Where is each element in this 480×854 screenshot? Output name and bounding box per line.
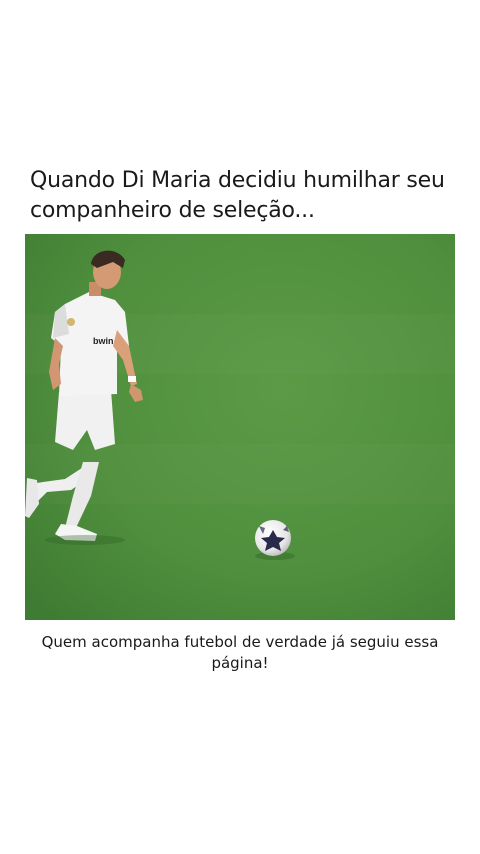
jersey-sponsor-text: bwin [93, 336, 114, 346]
post-caption: Quem acompanha futebol de verdade já seg… [41, 633, 439, 672]
video-player[interactable]: bwin [25, 234, 455, 620]
video-frame-image: bwin [25, 234, 455, 620]
post-title: Quando Di Maria decidiu humilhar seu com… [30, 168, 445, 223]
